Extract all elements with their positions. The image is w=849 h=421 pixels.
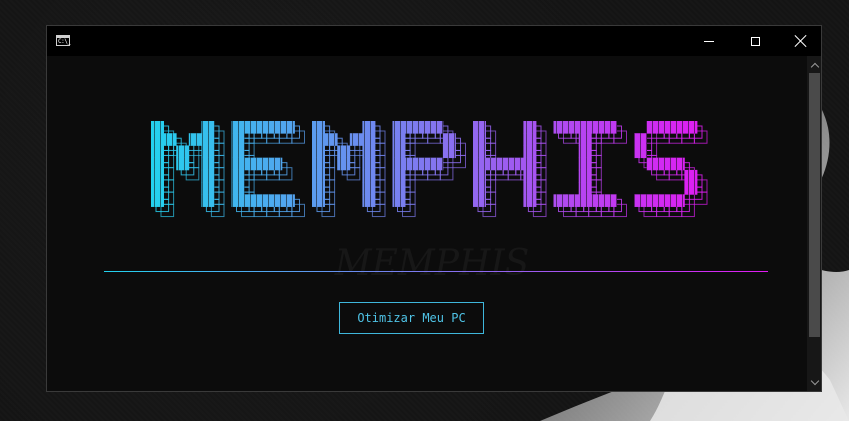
scroll-down-button[interactable]: [807, 375, 821, 390]
logo-letter-s: [634, 121, 708, 218]
logo-letter-i: [553, 121, 628, 218]
console-window: C:\_ MEMPHIS Otimizar Meu PC: [46, 25, 822, 392]
minimize-icon: [704, 40, 714, 42]
logo-letter-p: [392, 121, 466, 218]
title-bar[interactable]: C:\_: [47, 26, 821, 56]
logo-letter-h: [473, 121, 547, 218]
scroll-thumb[interactable]: [809, 73, 820, 337]
logo-letter-m: [151, 121, 225, 218]
close-icon: [795, 35, 807, 47]
gradient-divider: [104, 271, 768, 272]
cmd-icon-text: C:\_: [58, 38, 71, 45]
logo-letter-e: [231, 121, 305, 218]
memphis-watermark: MEMPHIS: [334, 243, 530, 284]
optimize-pc-button[interactable]: Otimizar Meu PC: [339, 302, 484, 334]
console-content: MEMPHIS Otimizar Meu PC: [47, 56, 807, 391]
chevron-up-icon: [810, 62, 819, 72]
maximize-button[interactable]: [732, 26, 778, 56]
chevron-down-icon: [810, 376, 819, 386]
scroll-up-button[interactable]: [807, 58, 821, 73]
logo-letter-m: [312, 121, 386, 218]
close-button[interactable]: [778, 26, 821, 56]
minimize-button[interactable]: [686, 26, 732, 56]
vertical-scrollbar[interactable]: [807, 56, 821, 391]
memphis-ascii-logo: [151, 121, 708, 218]
maximize-icon: [750, 36, 760, 46]
cmd-window-icon: C:\_: [56, 35, 71, 46]
